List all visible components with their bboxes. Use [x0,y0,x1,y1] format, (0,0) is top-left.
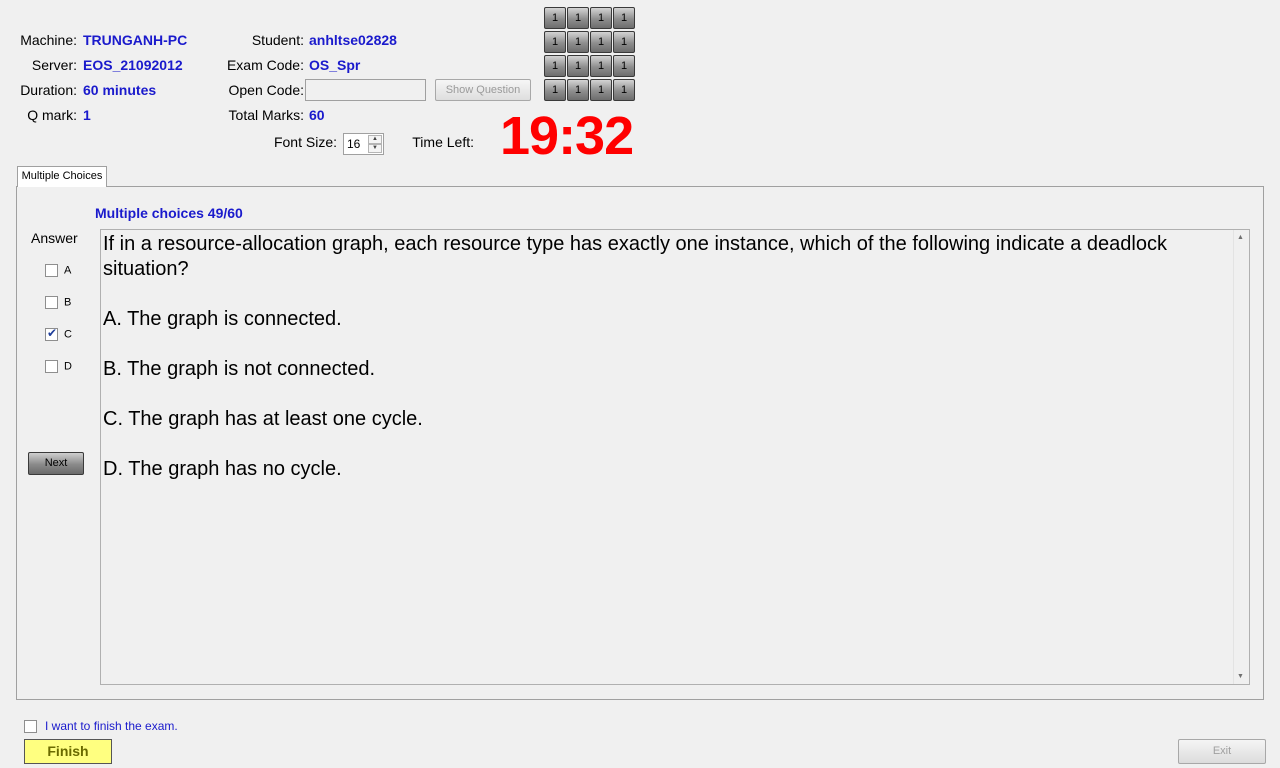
scroll-down-icon[interactable]: ▼ [1237,673,1244,680]
checkbox-c[interactable] [45,326,58,341]
question-grid-button[interactable]: 1 [567,79,589,101]
time-left-timer: 19:32 [500,106,634,166]
machine-value: TRUNGANH-PC [83,32,188,48]
option-text-d: D. The graph has no cycle. [103,458,342,480]
question-grid-button[interactable]: 1 [590,7,612,29]
open-code-label: Open Code: [228,82,305,98]
question-grid-button[interactable]: 1 [613,31,635,53]
question-grid-button[interactable]: 1 [567,7,589,29]
total-marks-label: Total Marks: [228,107,304,123]
answer-option-b[interactable]: B [45,296,71,309]
exit-button[interactable]: Exit [1178,739,1266,764]
question-grid: 1111111111111111 [544,7,638,101]
font-size-stepper[interactable]: 16 ▲ ▼ [343,133,384,155]
show-question-button[interactable]: Show Question [435,79,531,101]
question-grid-button[interactable]: 1 [613,79,635,101]
answer-label-c: C [64,328,72,341]
machine-label: Machine: [20,32,77,48]
qmark-value: 1 [83,107,91,123]
exam-code-value: OS_Spr [309,57,361,73]
answer-label-b: B [64,296,72,309]
question-grid-button[interactable]: 1 [590,31,612,53]
tab-multiple-choices[interactable]: Multiple Choices [17,166,107,187]
checkbox-d[interactable] [45,360,58,373]
finish-exam-checkbox[interactable] [24,720,37,734]
font-size-label: Font Size: [273,134,337,150]
student-value: anhltse02828 [309,32,397,48]
answer-option-c[interactable]: C [45,326,72,341]
question-grid-button[interactable]: 1 [590,55,612,77]
checkbox-a[interactable] [45,264,58,277]
answer-option-a[interactable]: A [45,264,71,277]
question-grid-button[interactable]: 1 [613,7,635,29]
total-marks-value: 60 [309,107,325,123]
scroll-up-icon[interactable]: ▲ [1237,234,1244,241]
question-grid-button[interactable]: 1 [590,79,612,101]
question-text-area[interactable]: If in a resource-allocation graph, each … [100,229,1250,685]
question-grid-button[interactable]: 1 [613,55,635,77]
question-grid-button[interactable]: 1 [544,31,566,53]
question-text: If in a resource-allocation graph, each … [103,233,1167,280]
qmark-label: Q mark: [27,107,77,123]
checkbox-b[interactable] [45,296,58,309]
finish-button[interactable]: Finish [24,739,112,764]
option-text-b: B. The graph is not connected. [103,358,376,380]
question-grid-button[interactable]: 1 [544,79,566,101]
question-grid-button[interactable]: 1 [544,55,566,77]
answer-label-a: A [64,264,72,277]
server-label: Server: [31,57,77,73]
question-header: Multiple choices 49/60 [95,205,243,221]
question-scrollbar[interactable]: ▲ ▼ [1233,230,1249,684]
question-grid-button[interactable]: 1 [544,7,566,29]
option-text-c: C. The graph has at least one cycle. [103,408,423,430]
server-value: EOS_21092012 [83,57,183,73]
answer-title: Answer [31,230,78,246]
finish-exam-label: I want to finish the exam. [45,719,178,733]
duration-value: 60 minutes [83,82,157,98]
question-grid-button[interactable]: 1 [567,31,589,53]
student-label: Student: [251,32,304,48]
font-size-value[interactable]: 16 [347,137,360,151]
next-button[interactable]: Next [28,452,84,475]
option-text-a: A. The graph is connected. [103,308,342,330]
answer-label-d: D [64,360,72,373]
open-code-input[interactable] [305,79,426,101]
duration-label: Duration: [20,82,77,98]
exam-code-label: Exam Code: [226,57,304,73]
answer-option-d[interactable]: D [45,360,72,373]
question-grid-button[interactable]: 1 [567,55,589,77]
time-left-label: Time Left: [412,134,474,150]
finish-exam-checkbox-row[interactable]: I want to finish the exam. [24,719,178,734]
